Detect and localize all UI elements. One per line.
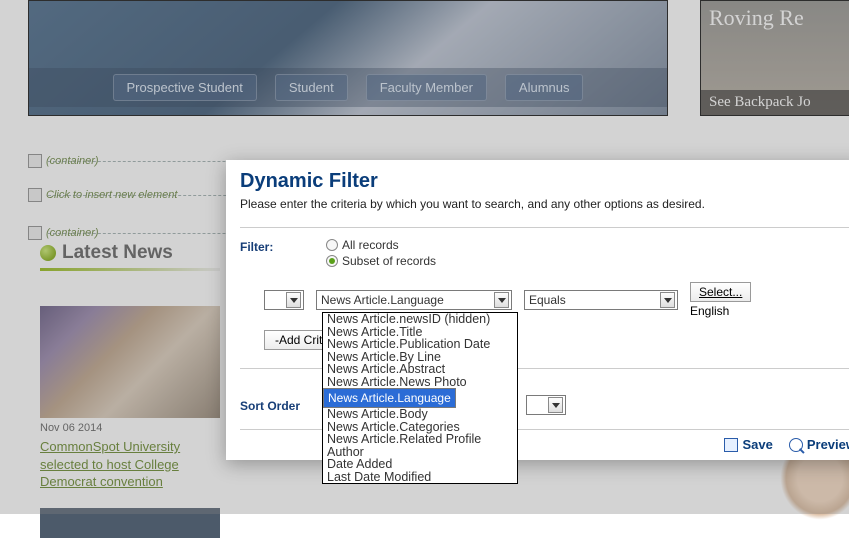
chevron-down-icon: [660, 292, 675, 308]
dropdown-option[interactable]: News Article.Body: [323, 408, 517, 421]
field-select-value: News Article.Language: [321, 293, 444, 307]
sort-dir-select[interactable]: [526, 395, 566, 415]
side-hero-cta[interactable]: See Backpack Jo: [701, 90, 849, 115]
latest-news-heading: Latest News: [40, 242, 173, 264]
dynamic-filter-dialog: Dynamic Filter Please enter the criteria…: [226, 160, 849, 460]
news-title-link[interactable]: CommonSpot University selected to host C…: [40, 438, 225, 491]
hero-button-row: Prospective Student Student Faculty Memb…: [29, 68, 667, 107]
hero-btn-student[interactable]: Student: [275, 74, 348, 101]
dialog-title: Dynamic Filter: [240, 170, 849, 193]
cs-container-row-2[interactable]: (container): [28, 226, 99, 240]
dialog-divider: [240, 227, 849, 228]
gear-icon: [28, 188, 42, 202]
hero-btn-faculty[interactable]: Faculty Member: [366, 74, 487, 101]
side-hero: Roving Re See Backpack Jo: [700, 0, 849, 116]
container-icon: [28, 154, 42, 168]
cs-container-row-1[interactable]: (container): [28, 154, 99, 168]
field-dropdown-list[interactable]: News Article.newsID (hidden) News Article…: [322, 312, 518, 484]
heading-bullet-icon: [40, 245, 56, 261]
select-value-button[interactable]: Select...: [690, 282, 751, 302]
dropdown-option[interactable]: Last Date Modified: [323, 471, 517, 484]
radio-icon: [326, 239, 338, 251]
dropdown-option[interactable]: News Article.Language: [323, 388, 456, 408]
preview-button[interactable]: Preview: [789, 437, 849, 452]
radio-icon-checked: [326, 255, 338, 267]
save-button[interactable]: Save: [724, 437, 772, 452]
radio-all-records[interactable]: All records: [326, 238, 849, 252]
hero-btn-alumnus[interactable]: Alumnus: [505, 74, 584, 101]
preview-label: Preview: [807, 437, 849, 452]
news-date: Nov 06 2014: [40, 422, 102, 434]
hero-banner: Prospective Student Student Faculty Memb…: [28, 0, 668, 116]
dropdown-option[interactable]: News Article.Related Profile: [323, 433, 517, 446]
save-label: Save: [742, 437, 772, 452]
dropdown-option[interactable]: News Article.newsID (hidden): [323, 313, 517, 326]
container-icon: [28, 226, 42, 240]
dropdown-option[interactable]: News Article.Abstract: [323, 363, 517, 376]
selected-value: English: [690, 304, 729, 318]
insert-element-label: Click to insert new element: [46, 189, 177, 201]
operator-select[interactable]: Equals: [524, 290, 678, 310]
chevron-down-icon: [286, 292, 301, 308]
logic-select[interactable]: [264, 290, 304, 310]
field-select[interactable]: News Article.Language: [316, 290, 512, 310]
filter-label: Filter:: [240, 238, 326, 254]
sort-label: Sort Order: [240, 397, 326, 413]
radio-all-label: All records: [342, 238, 399, 252]
radio-subset-records[interactable]: Subset of records: [326, 254, 849, 268]
container-label: (container): [46, 227, 99, 239]
radio-subset-label: Subset of records: [342, 254, 436, 268]
latest-news-text: Latest News: [62, 242, 173, 264]
news-thumbnail-2[interactable]: [40, 508, 220, 538]
cs-insert-row[interactable]: Click to insert new element: [28, 188, 177, 202]
dialog-footer: Save Preview: [724, 437, 849, 452]
heading-underline: [40, 268, 220, 271]
side-hero-title: Roving Re: [701, 1, 849, 35]
hero-btn-prospective[interactable]: Prospective Student: [113, 74, 257, 101]
operator-select-value: Equals: [529, 293, 566, 307]
save-icon: [724, 438, 738, 452]
chevron-down-icon: [494, 292, 509, 308]
profile-thumbnail[interactable]: [780, 460, 849, 520]
dropdown-option[interactable]: Date Added: [323, 458, 517, 471]
dropdown-option[interactable]: News Article.Publication Date: [323, 338, 517, 351]
filter-row: Filter: All records Subset of records: [240, 238, 849, 270]
container-label: (container): [46, 155, 99, 167]
search-icon: [789, 438, 803, 452]
news-thumbnail[interactable]: [40, 306, 220, 418]
dropdown-option[interactable]: News Article.News Photo: [323, 376, 517, 389]
chevron-down-icon: [548, 397, 563, 413]
dialog-subtitle: Please enter the criteria by which you w…: [240, 197, 849, 211]
